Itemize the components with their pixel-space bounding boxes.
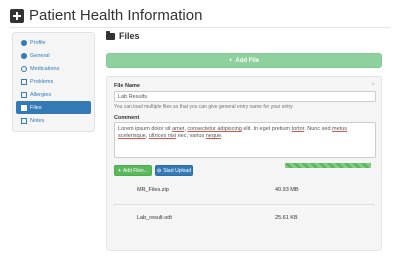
sidebar-item-profile[interactable]: Profile (16, 36, 91, 49)
file-row: MR_Files.zip 40.93 MB (107, 183, 381, 197)
sidebar-item-label: Files (30, 104, 42, 111)
add-file-label: Add File (235, 57, 260, 64)
notes-icon (21, 117, 27, 124)
upload-panel: × File Name Lab Results You can load mul… (106, 76, 382, 251)
sidebar-item-notes[interactable]: Notes (16, 114, 91, 127)
file-icon (21, 104, 27, 111)
comment-text: neque (205, 133, 222, 139)
sidebar-item-label: Notes (30, 117, 45, 124)
section-title: Files (106, 28, 140, 44)
sidebar-item-problems[interactable]: Problems (16, 75, 91, 88)
sidebar-item-medications[interactable]: Medications (16, 62, 91, 75)
problem-icon (21, 78, 27, 85)
upload-progress-bar (285, 163, 371, 168)
comment-text: nec, varius (176, 133, 206, 139)
allergy-icon (21, 91, 27, 98)
info-icon (21, 52, 27, 59)
sidebar-item-label: General (30, 52, 50, 59)
comment-text: . Nunc sed (304, 126, 333, 132)
file-row: Lab_result.odt 25.61 KB (107, 211, 381, 225)
add-file-button[interactable]: + Add File (106, 53, 382, 68)
comment-label: Comment (114, 115, 140, 121)
medication-icon (21, 65, 27, 72)
start-upload-label: Start Upload (163, 167, 191, 174)
sidebar-item-label: Profile (30, 39, 46, 46)
comment-textarea[interactable]: Lorem ipsum dolor sit amet, consectetur … (114, 122, 376, 158)
start-upload-button[interactable]: ⊙ Start Upload (155, 165, 193, 176)
comment-text: . (221, 133, 223, 139)
comment-text: tortor (291, 126, 305, 132)
add-files-button[interactable]: + Add Files... (114, 165, 152, 176)
sidebar-item-label: Allergies (30, 91, 52, 98)
file-name: Lab_result.odt (137, 215, 172, 221)
comment-text: elit. In eget pretium (241, 126, 292, 132)
sidebar-nav: Profile General Medications Problems All… (12, 32, 95, 132)
sidebar-item-allergies[interactable]: Allergies (16, 88, 91, 101)
plus-icon: + (228, 57, 233, 64)
close-icon[interactable]: × (371, 82, 375, 88)
file-name: MR_Files.zip (137, 187, 169, 193)
user-icon (21, 39, 27, 46)
comment-text: ultrices nisi (148, 133, 177, 139)
plus-square-icon (10, 8, 24, 23)
comment-text: consectetur adipiscing (187, 126, 242, 132)
add-files-label: Add Files... (122, 167, 148, 174)
page-title: Patient Health Information (29, 7, 203, 24)
file-name-value: Lab Results (118, 94, 148, 100)
comment-text: amet (172, 126, 185, 132)
plus-icon: + (118, 167, 121, 174)
folder-open-icon (106, 30, 115, 40)
row-divider (113, 204, 375, 205)
sidebar-item-label: Problems (30, 78, 54, 85)
file-size: 25.61 KB (275, 215, 298, 221)
sidebar-item-files[interactable]: Files (16, 101, 91, 114)
sidebar-item-label: Medications (30, 65, 60, 72)
section-title-text: Files (119, 31, 140, 41)
file-size: 40.93 MB (275, 187, 299, 193)
page-header: Patient Health Information (10, 4, 390, 28)
file-name-input[interactable]: Lab Results (114, 91, 376, 102)
file-name-label: File Name (114, 83, 140, 89)
sidebar-item-general[interactable]: General (16, 49, 91, 62)
comment-text: Lorem ipsum dolor sit (118, 126, 173, 132)
upload-icon: ⊙ (157, 167, 162, 174)
help-text: You can load multiple files so that you … (114, 104, 293, 110)
